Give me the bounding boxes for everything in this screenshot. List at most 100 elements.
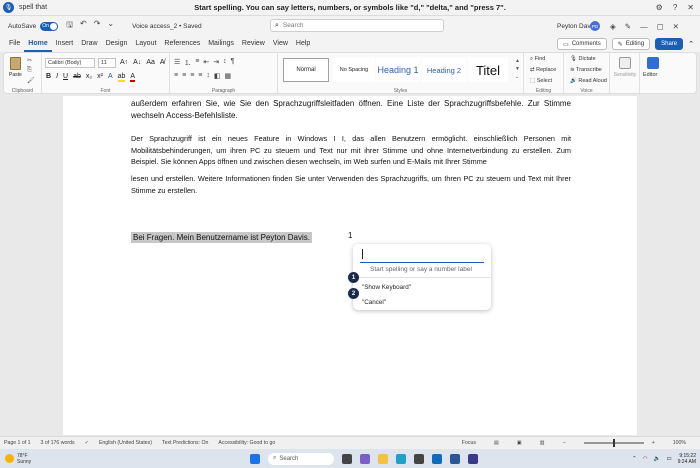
strikethrough-icon[interactable]: ab bbox=[73, 73, 81, 82]
shading-icon[interactable]: ◧ bbox=[214, 72, 221, 80]
autosave-toggle[interactable]: On bbox=[40, 21, 59, 31]
align-left-icon[interactable]: ≡ bbox=[174, 72, 178, 80]
coauthor-icon[interactable]: ◈ bbox=[610, 22, 616, 31]
bold-icon[interactable]: B bbox=[46, 73, 51, 82]
search-input[interactable] bbox=[282, 22, 433, 29]
italic-icon[interactable]: I bbox=[56, 73, 58, 82]
tab-help[interactable]: Help bbox=[292, 36, 314, 52]
redo-icon[interactable]: ↷ bbox=[94, 19, 101, 33]
read-mode-icon[interactable]: ▤ bbox=[494, 440, 499, 446]
select-button[interactable]: ⬚ Select bbox=[530, 78, 552, 84]
editor-button[interactable]: Editor bbox=[643, 72, 657, 78]
weather-widget[interactable]: 78°F Sunny bbox=[5, 453, 31, 465]
styles-scroll-icon[interactable]: ▲ ▼ ⌄ bbox=[515, 57, 520, 81]
style-heading-2[interactable]: Heading 2 bbox=[422, 58, 466, 82]
maximize-icon[interactable]: ▢ bbox=[657, 22, 664, 31]
wifi-icon[interactable]: ◠ bbox=[643, 456, 648, 462]
number-label-1[interactable]: 1 bbox=[348, 272, 359, 283]
zoom-out-icon[interactable]: − bbox=[563, 440, 566, 446]
web-layout-icon[interactable]: ▥ bbox=[540, 440, 545, 446]
outlook-icon[interactable] bbox=[432, 453, 442, 464]
sensitivity-button[interactable]: Sensitivity bbox=[611, 72, 639, 78]
volume-icon[interactable]: 🔈 bbox=[654, 456, 661, 462]
word-icon[interactable] bbox=[450, 453, 460, 464]
help-icon[interactable]: ? bbox=[673, 3, 677, 12]
grow-font-icon[interactable]: A↑ bbox=[120, 59, 128, 66]
taskbar-search[interactable]: ⌕ Search bbox=[268, 452, 334, 465]
clock[interactable]: 9:15:22 9:24 AM bbox=[678, 453, 696, 465]
replace-button[interactable]: ⇄ Replace bbox=[530, 67, 556, 73]
search-box[interactable]: ⌕ bbox=[270, 19, 444, 32]
sort-icon[interactable]: ↕ bbox=[223, 58, 227, 68]
tab-view[interactable]: View bbox=[269, 36, 292, 52]
battery-icon[interactable]: ▭ bbox=[666, 456, 671, 462]
word-count[interactable]: 3 of 176 words bbox=[41, 440, 75, 446]
zoom-slider[interactable] bbox=[583, 439, 644, 447]
cut-icon[interactable]: ✂ bbox=[27, 57, 32, 64]
selected-text[interactable]: Bei Fragen. Mein Benutzername ist Peyton… bbox=[131, 232, 312, 243]
tab-layout[interactable]: Layout bbox=[131, 36, 160, 52]
cancel-option[interactable]: "Cancel" bbox=[362, 299, 386, 306]
tab-draw[interactable]: Draw bbox=[77, 36, 101, 52]
justify-icon[interactable]: ≡ bbox=[198, 72, 202, 80]
find-button[interactable]: ⌕ Find bbox=[530, 56, 545, 63]
undo-icon[interactable]: ↶ bbox=[80, 19, 87, 33]
numbering-icon[interactable]: ⒈ bbox=[184, 58, 191, 68]
paragraph-3[interactable]: lesen und erstellen. Weitere Information… bbox=[131, 173, 571, 196]
store-icon[interactable] bbox=[414, 453, 424, 464]
line-spacing-icon[interactable]: ↕ bbox=[206, 72, 210, 80]
task-view-icon[interactable] bbox=[342, 453, 352, 464]
style-heading-1[interactable]: Heading 1 bbox=[376, 58, 420, 82]
clear-format-icon[interactable]: A̸ bbox=[160, 59, 165, 66]
editing-mode-button[interactable]: ✎ Editing bbox=[611, 38, 651, 50]
editor-icon[interactable] bbox=[647, 57, 659, 69]
comments-button[interactable]: ▭ Comments bbox=[557, 38, 607, 50]
spelling-input[interactable] bbox=[360, 262, 484, 263]
language-status[interactable]: English (United States) bbox=[99, 440, 152, 446]
page-count[interactable]: Page 1 of 1 bbox=[4, 440, 31, 446]
font-family-select[interactable]: Calibri (Body) bbox=[45, 58, 95, 68]
dictate-button[interactable]: 🎙 Dictate bbox=[570, 56, 596, 62]
start-icon[interactable] bbox=[250, 453, 260, 464]
save-icon[interactable]: 🖫 bbox=[66, 19, 73, 33]
tab-review[interactable]: Review bbox=[238, 36, 269, 52]
avatar[interactable]: PD bbox=[590, 21, 600, 31]
text-predictions-status[interactable]: Text Predictions: On bbox=[162, 440, 208, 446]
zoom-level[interactable]: 100% bbox=[673, 440, 686, 446]
highlight-icon[interactable]: ab bbox=[117, 73, 126, 82]
style-title[interactable]: Titel bbox=[468, 58, 508, 82]
style-normal[interactable]: Normal bbox=[283, 58, 329, 82]
file-explorer-icon[interactable] bbox=[378, 453, 388, 464]
font-color-icon[interactable]: A bbox=[130, 73, 136, 82]
read-aloud-button[interactable]: 🔊 Read Aloud bbox=[570, 78, 607, 84]
multilevel-list-icon[interactable]: ≡ bbox=[195, 58, 199, 68]
accessibility-status[interactable]: Accessibility: Good to go bbox=[218, 440, 275, 446]
edge-icon[interactable] bbox=[396, 453, 406, 464]
tab-home[interactable]: Home bbox=[24, 36, 52, 52]
tab-references[interactable]: References bbox=[160, 36, 204, 52]
decrease-indent-icon[interactable]: ⇤ bbox=[203, 58, 209, 68]
underline-icon[interactable]: U bbox=[63, 73, 68, 82]
bullets-icon[interactable]: ☰ bbox=[174, 58, 180, 68]
tray-chevron-icon[interactable]: ⌃ bbox=[632, 456, 637, 462]
style-no-spacing[interactable]: No Spacing bbox=[333, 58, 375, 82]
paragraph-1[interactable]: außerdem erfahren Sie, wie Sie den Sprac… bbox=[131, 98, 571, 121]
text-effects-icon[interactable]: A bbox=[108, 73, 113, 82]
share-button[interactable]: Share bbox=[655, 38, 684, 50]
show-marks-icon[interactable]: ¶ bbox=[231, 58, 235, 68]
document-page[interactable]: außerdem erfahren Sie, wie Sie den Sprac… bbox=[63, 96, 637, 435]
number-label-2[interactable]: 2 bbox=[348, 288, 359, 299]
zoom-thumb[interactable] bbox=[612, 439, 615, 447]
transcribe-button[interactable]: ≋ Transcribe bbox=[570, 67, 602, 73]
pen-icon[interactable]: ✎ bbox=[625, 22, 631, 31]
proofing-icon[interactable]: ✓ bbox=[85, 440, 89, 446]
microphone-icon[interactable]: 🎙 bbox=[3, 2, 14, 13]
align-center-icon[interactable]: ≡ bbox=[182, 72, 186, 80]
tab-file[interactable]: File bbox=[5, 36, 24, 52]
customize-icon[interactable]: ⌄ bbox=[107, 19, 114, 33]
close-icon[interactable]: ✕ bbox=[687, 3, 694, 12]
borders-icon[interactable]: ▦ bbox=[225, 72, 232, 80]
format-painter-icon[interactable]: 🖌 bbox=[27, 77, 35, 84]
paste-label[interactable]: Paste bbox=[9, 72, 22, 78]
increase-indent-icon[interactable]: ⇥ bbox=[213, 58, 219, 68]
